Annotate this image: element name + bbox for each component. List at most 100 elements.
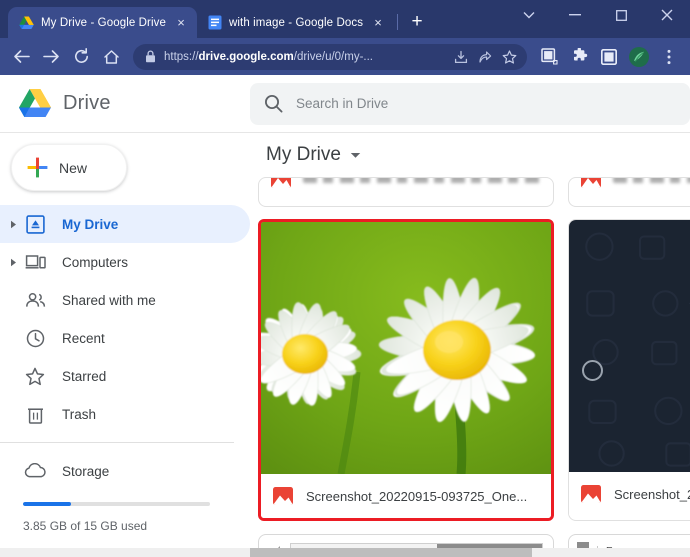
drive-brand[interactable]: Drive bbox=[0, 88, 250, 119]
shared-with-me-icon bbox=[22, 292, 48, 309]
reload-icon[interactable] bbox=[67, 43, 95, 71]
new-tab-button[interactable]: + bbox=[404, 9, 430, 35]
sidebar-item-computers[interactable]: Computers bbox=[0, 243, 250, 281]
file-card-partial[interactable] bbox=[568, 177, 690, 207]
file-card-selected[interactable]: Screenshot_20220915-093725_One... bbox=[258, 219, 554, 521]
close-icon[interactable]: × bbox=[370, 15, 386, 31]
drive-sidebar: New My Drive bbox=[0, 133, 250, 557]
chevron-down-icon[interactable] bbox=[350, 152, 361, 159]
search-input[interactable] bbox=[296, 96, 676, 111]
sidebar-item-starred[interactable]: Starred bbox=[0, 357, 250, 395]
maximize-button[interactable] bbox=[598, 0, 644, 30]
home-icon[interactable] bbox=[97, 43, 125, 71]
brand-name: Drive bbox=[63, 92, 111, 115]
search-bar[interactable] bbox=[250, 83, 690, 125]
image-file-icon bbox=[581, 177, 601, 188]
tab-my-drive[interactable]: My Drive - Google Drive × bbox=[8, 7, 197, 38]
file-thumbnail-daisy bbox=[261, 222, 551, 474]
install-icon[interactable] bbox=[449, 45, 473, 69]
expand-caret-icon[interactable] bbox=[4, 258, 22, 267]
window-controls bbox=[506, 0, 690, 30]
tab-title: with image - Google Docs bbox=[229, 17, 363, 29]
trash-icon bbox=[22, 405, 48, 424]
lock-icon bbox=[145, 50, 156, 63]
file-name: Screenshot_20220915-093725_One... bbox=[306, 489, 527, 504]
sidebar-item-label: Computers bbox=[62, 255, 128, 270]
sidebar-item-recent[interactable]: Recent bbox=[0, 319, 250, 357]
forward-icon[interactable] bbox=[37, 43, 65, 71]
sidebar-item-shared-with-me[interactable]: Shared with me bbox=[0, 281, 250, 319]
file-card[interactable]: ♪ Screenshot_2... bbox=[568, 219, 690, 521]
cloud-icon bbox=[22, 463, 48, 479]
chrome-menu-icon[interactable] bbox=[655, 43, 683, 71]
horizontal-scrollbar[interactable] bbox=[250, 548, 690, 557]
file-card-partial[interactable] bbox=[258, 177, 554, 207]
tab-search-icon[interactable] bbox=[506, 0, 552, 30]
sidebar-scroll-remnant bbox=[0, 548, 250, 557]
new-button-label: New bbox=[59, 160, 87, 176]
file-card-label: Screenshot_2... bbox=[569, 472, 690, 516]
browser-window: My Drive - Google Drive × with image - G… bbox=[0, 0, 690, 557]
file-grid: Screenshot_20220915-093725_One... bbox=[250, 177, 690, 557]
browser-titlebar: My Drive - Google Drive × with image - G… bbox=[0, 0, 690, 38]
new-button[interactable]: New bbox=[11, 144, 127, 191]
sidebar-item-label: Recent bbox=[62, 331, 105, 346]
sidebar-item-label: My Drive bbox=[62, 217, 118, 232]
profile-avatar[interactable] bbox=[625, 43, 653, 71]
screenshot-icon[interactable] bbox=[535, 43, 563, 71]
card-label-partial bbox=[569, 177, 690, 202]
minimize-button[interactable] bbox=[552, 0, 598, 30]
scrollbar-thumb[interactable] bbox=[250, 548, 532, 557]
record-circle-icon bbox=[582, 360, 603, 381]
address-bar[interactable]: https://drive.google.com/drive/u/0/my-..… bbox=[133, 44, 527, 70]
file-name: Screenshot_2... bbox=[614, 487, 690, 502]
dark-doodle-pattern bbox=[569, 220, 690, 472]
close-window-button[interactable] bbox=[644, 0, 690, 30]
extensions-puzzle-icon[interactable] bbox=[565, 43, 593, 71]
file-thumbnail-dark: ♪ bbox=[569, 220, 690, 472]
storage-progress-bar bbox=[23, 502, 210, 506]
search-icon bbox=[264, 94, 283, 113]
expand-caret-icon[interactable] bbox=[4, 220, 22, 229]
sidebar-item-my-drive[interactable]: My Drive bbox=[0, 205, 250, 243]
tab-separator bbox=[397, 14, 398, 30]
sidebar-divider bbox=[0, 442, 234, 443]
storage-progress-fill bbox=[23, 502, 71, 506]
back-icon[interactable] bbox=[7, 43, 35, 71]
breadcrumb[interactable]: My Drive bbox=[250, 133, 690, 177]
drive-page: Drive bbox=[0, 75, 690, 557]
card-label-partial bbox=[259, 177, 553, 202]
browser-toolbar: https://drive.google.com/drive/u/0/my-..… bbox=[0, 38, 690, 75]
image-file-icon bbox=[271, 177, 291, 188]
sidebar-item-trash[interactable]: Trash bbox=[0, 395, 250, 433]
my-drive-icon bbox=[22, 215, 48, 234]
star-outline-icon bbox=[22, 367, 48, 386]
sidebar-item-label: Trash bbox=[62, 407, 96, 422]
tab-strip: My Drive - Google Drive × with image - G… bbox=[0, 0, 430, 38]
drive-header: Drive bbox=[0, 75, 690, 133]
sidebar-item-storage[interactable]: Storage bbox=[0, 452, 250, 490]
close-icon[interactable]: × bbox=[173, 15, 189, 31]
star-icon[interactable] bbox=[497, 45, 521, 69]
sidebar-item-label: Shared with me bbox=[62, 293, 156, 308]
file-row-main: Screenshot_20220915-093725_One... bbox=[258, 219, 690, 521]
plus-icon bbox=[27, 157, 48, 178]
image-file-icon bbox=[581, 485, 601, 503]
drive-main: My Drive bbox=[250, 133, 690, 557]
tab-title: My Drive - Google Drive bbox=[41, 17, 166, 29]
google-drive-icon bbox=[19, 16, 34, 30]
sidebar-item-label: Starred bbox=[62, 369, 106, 384]
page-title: My Drive bbox=[266, 144, 341, 166]
computers-icon bbox=[22, 254, 48, 271]
file-row-partial-top bbox=[258, 177, 690, 207]
file-card-label: Screenshot_20220915-093725_One... bbox=[261, 474, 551, 518]
share-icon[interactable] bbox=[473, 45, 497, 69]
google-docs-icon bbox=[208, 15, 222, 30]
avatar bbox=[629, 47, 649, 67]
tab-with-image[interactable]: with image - Google Docs × bbox=[197, 7, 394, 38]
file-name-blurred bbox=[613, 177, 690, 183]
side-panel-icon[interactable] bbox=[595, 43, 623, 71]
google-drive-logo bbox=[18, 88, 52, 119]
image-file-icon bbox=[273, 487, 293, 505]
file-name-blurred bbox=[303, 177, 541, 183]
